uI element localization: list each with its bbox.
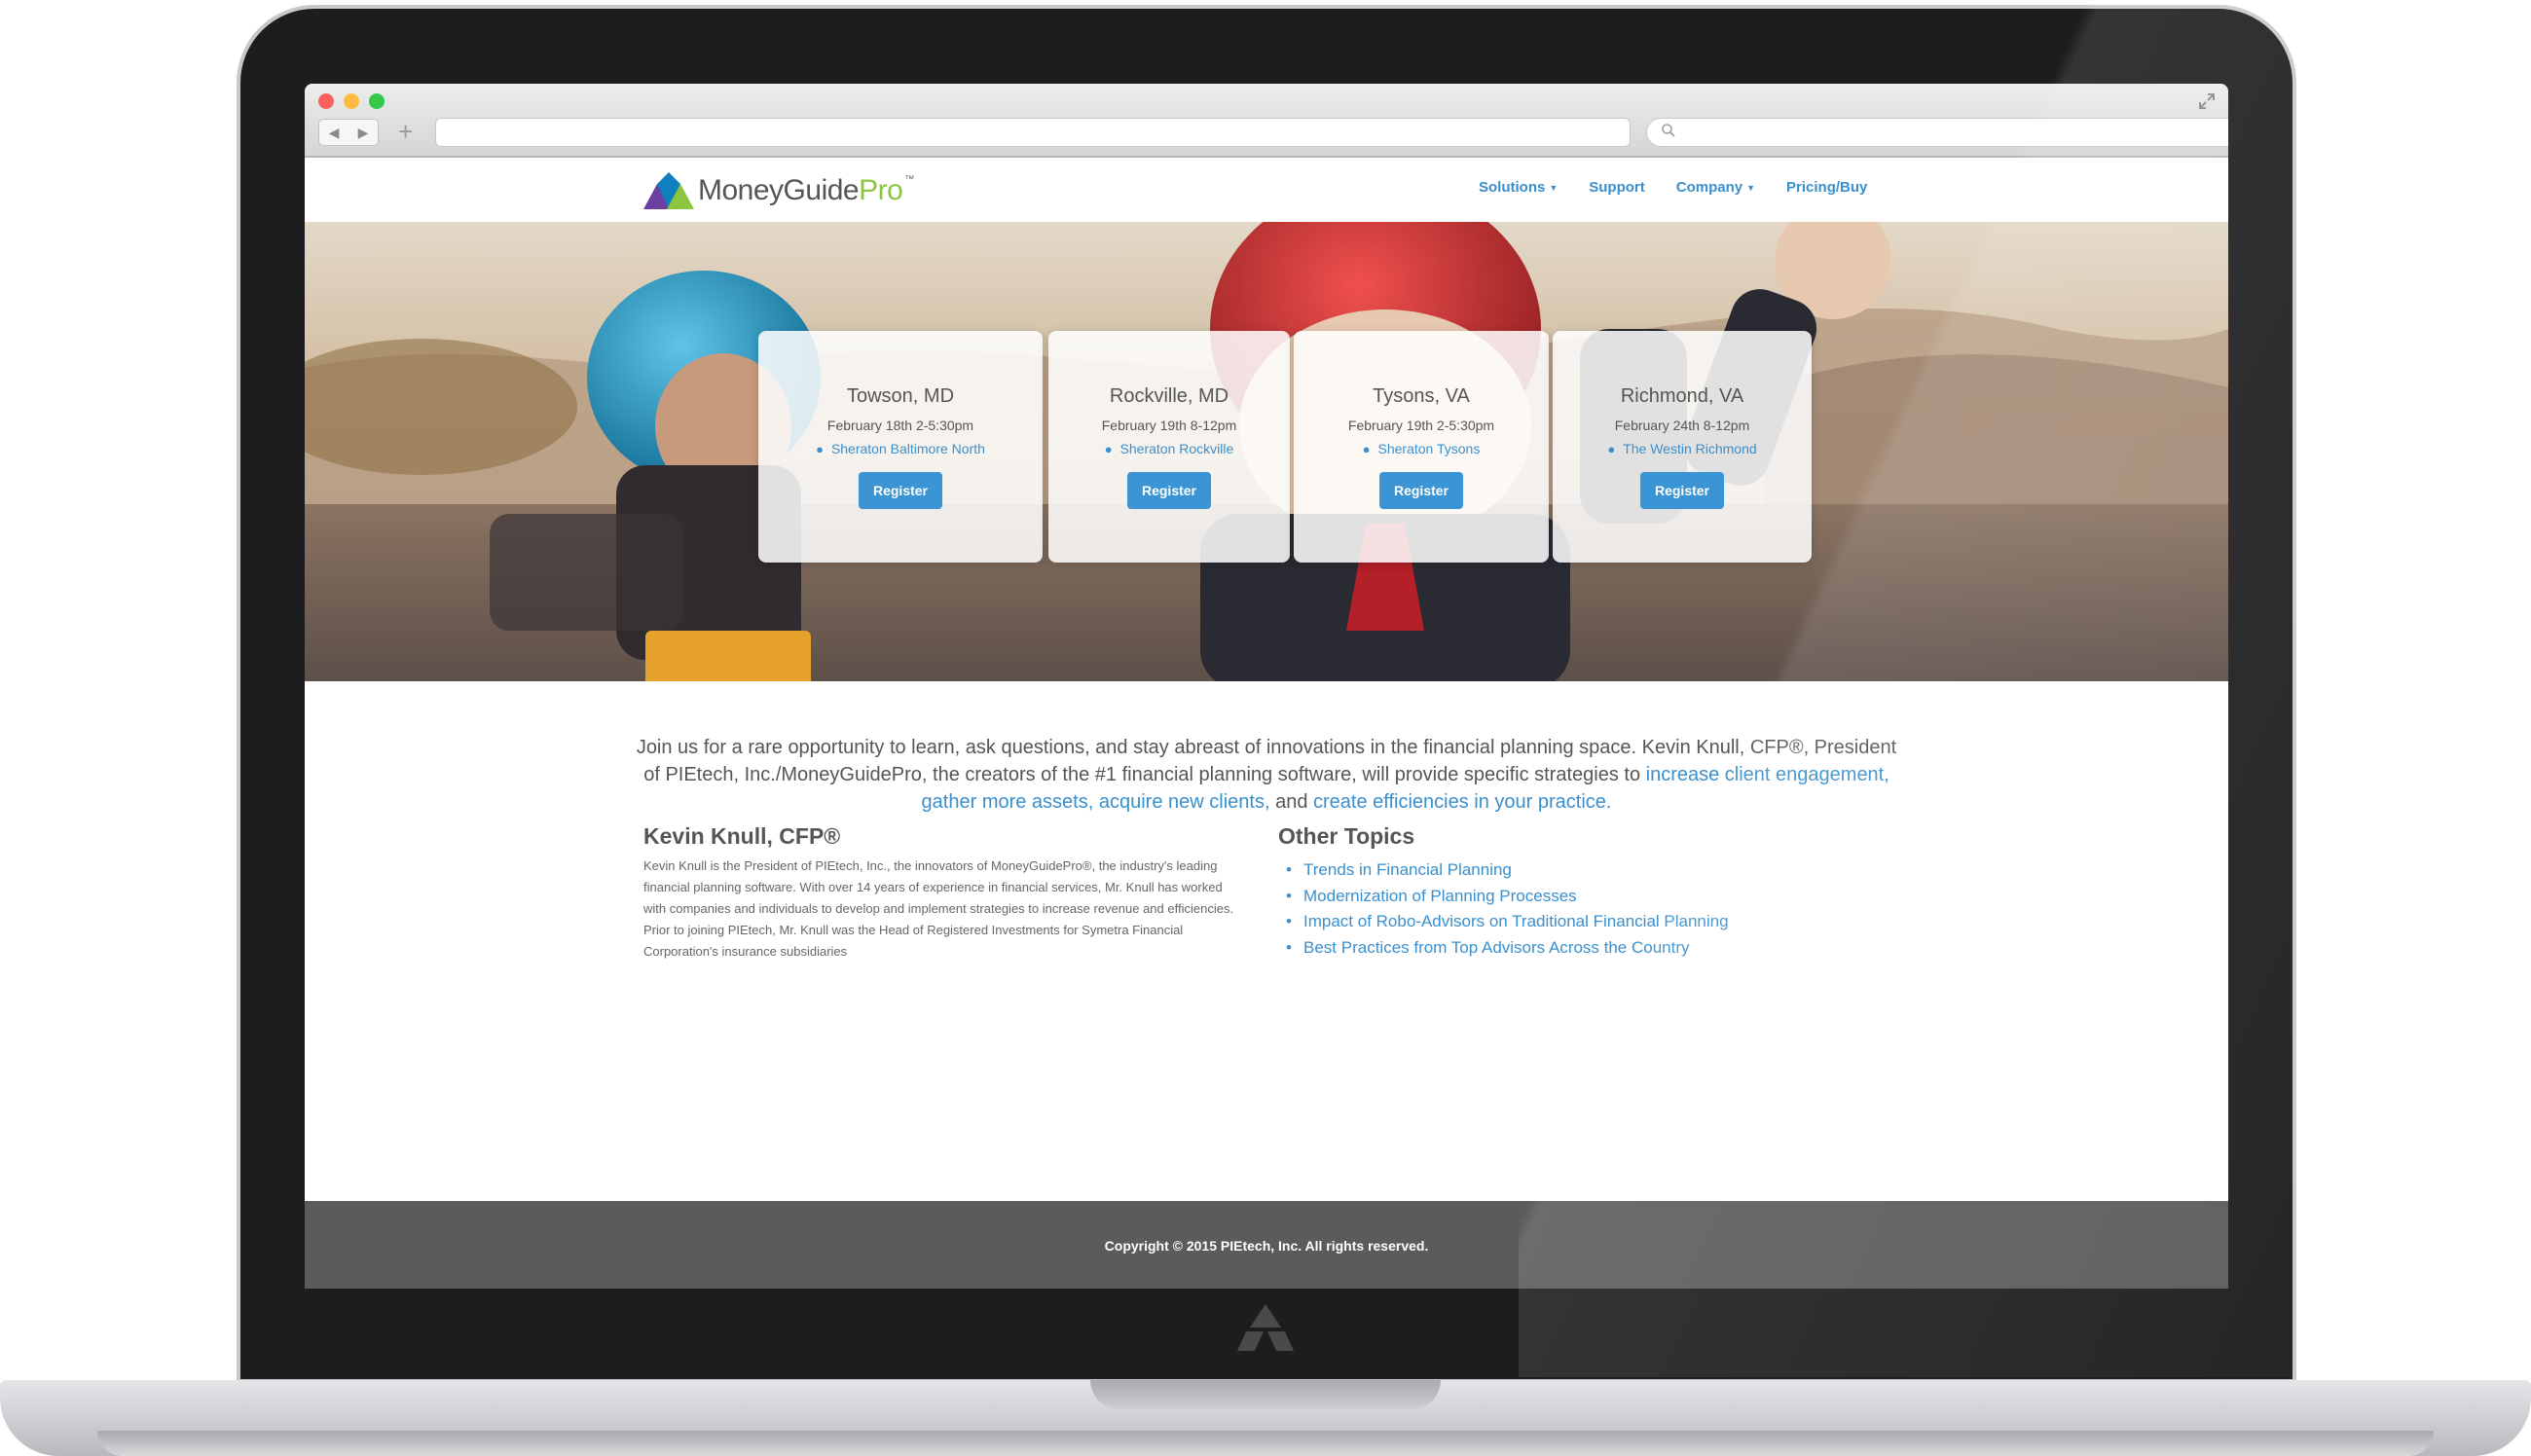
expand-icon[interactable]: [2197, 91, 2217, 111]
event-venue: Sheraton Baltimore North: [830, 441, 985, 456]
event-venue: The Westin Richmond: [1623, 441, 1757, 456]
laptop-screen: ◀ ▶ + MoneyGuidePro ™ Solutions ▼ Suppor…: [305, 84, 2228, 1289]
logo-text-main: MoneyGuide: [698, 174, 860, 206]
event-card-tysons: Tysons, VA February 19th 2-5:30pm ● Shera…: [1294, 331, 1549, 563]
event-city: Towson, MD: [846, 385, 955, 407]
history-nav: ◀ ▶: [318, 119, 379, 146]
site-footer: Copyright © 2015 PIEtech, Inc. All right…: [305, 1201, 2228, 1289]
topic-link[interactable]: Impact of Robo-Advisors on Traditional F…: [1286, 909, 1862, 935]
bio-title: Kevin Knull, CFP®: [643, 823, 841, 849]
event-venue-link[interactable]: ● Sheraton Tysons: [1294, 441, 1549, 456]
nav-solutions[interactable]: Solutions ▼: [1479, 179, 1558, 196]
register-button[interactable]: Register: [1640, 472, 1724, 509]
back-arrow-icon[interactable]: ◀: [329, 125, 340, 141]
logo-text-accent: Pro: [859, 174, 903, 206]
intro-text: and: [1269, 791, 1313, 813]
event-card-richmond: Richmond, VA February 24th 8-12pm ● The W…: [1553, 331, 1812, 563]
link-gather-more-assets[interactable]: gather more assets,: [922, 791, 1094, 813]
speaker-bio: Kevin Knull, CFP® Kevin Knull is the Pre…: [643, 823, 1247, 963]
topic-link[interactable]: Trends in Financial Planning: [1286, 857, 1862, 884]
link-increase-client-engagement[interactable]: increase client engagement,: [1646, 764, 1889, 785]
link-create-efficiencies[interactable]: create efficiencies in your practice.: [1313, 791, 1611, 813]
register-button[interactable]: Register: [1379, 472, 1463, 509]
map-pin-icon: ●: [1104, 442, 1113, 456]
event-city: Richmond, VA: [1620, 385, 1744, 407]
event-city: Tysons, VA: [1373, 385, 1470, 407]
event-date: February 24th 8-12pm: [1614, 418, 1750, 433]
event-venue-link[interactable]: ● Sheraton Baltimore North: [758, 441, 1043, 456]
register-button[interactable]: Register: [1127, 472, 1211, 509]
register-button[interactable]: Register: [859, 472, 942, 509]
nav-company[interactable]: Company ▼: [1676, 179, 1755, 196]
laptop-logo-icon: [1237, 1304, 1294, 1351]
zoom-window-button[interactable]: [369, 93, 385, 109]
magnifier-icon: [1662, 124, 1675, 137]
nav-company-label: Company: [1675, 179, 1743, 196]
logo-wordmark: MoneyGuidePro ™: [698, 174, 914, 207]
laptop-base-notch: [1090, 1380, 1441, 1409]
nav-pricing-buy[interactable]: Pricing/Buy: [1786, 179, 1867, 196]
new-tab-button[interactable]: +: [398, 117, 413, 146]
close-window-button[interactable]: [318, 93, 334, 109]
event-card-rockville: Rockville, MD February 19th 8-12pm ● Sher…: [1048, 331, 1290, 563]
intro-paragraph: Join us for a rare opportunity to learn,…: [626, 734, 1907, 816]
copyright-text: Copyright © 2015 PIEtech, Inc. All right…: [1104, 1238, 1429, 1254]
nav-solutions-label: Solutions: [1479, 179, 1546, 196]
topics-title: Other Topics: [1278, 823, 1415, 849]
event-venue: Sheraton Rockville: [1119, 441, 1234, 456]
address-bar[interactable]: [435, 118, 1631, 147]
map-pin-icon: ●: [1362, 442, 1371, 456]
forward-arrow-icon[interactable]: ▶: [358, 125, 369, 141]
nav-pricing-label: Pricing/Buy: [1786, 179, 1868, 196]
event-venue-link[interactable]: ● Sheraton Rockville: [1048, 441, 1290, 456]
event-venue: Sheraton Tysons: [1377, 441, 1481, 456]
event-date: February 19th 8-12pm: [1101, 418, 1237, 433]
laptop-base-edge: [97, 1431, 2434, 1456]
event-city: Rockville, MD: [1109, 385, 1229, 407]
topic-link[interactable]: Modernization of Planning Processes: [1286, 884, 1862, 910]
site-logo[interactable]: MoneyGuidePro ™: [643, 171, 914, 210]
moneyguidepro-logo-icon: [643, 172, 694, 209]
event-venue-link[interactable]: ● The Westin Richmond: [1553, 441, 1812, 456]
event-date: February 19th 2-5:30pm: [1347, 418, 1495, 433]
browser-search-field[interactable]: [1646, 118, 2228, 147]
browser-toolbar: ◀ ▶ +: [305, 84, 2228, 158]
bio-text: Kevin Knull is the President of PIEtech,…: [643, 858, 1234, 959]
chevron-down-icon: ▼: [1746, 183, 1756, 194]
main-nav: Solutions ▼ Support Company ▼ Pricing/Buy: [1479, 179, 1867, 196]
map-pin-icon: ●: [816, 442, 824, 456]
topics-list: Trends in Financial Planning Modernizati…: [1278, 857, 1862, 961]
logo-trademark: ™: [904, 174, 914, 185]
nav-support[interactable]: Support: [1589, 179, 1645, 196]
event-date: February 18th 2-5:30pm: [826, 418, 974, 433]
link-acquire-new-clients[interactable]: acquire new clients,: [1099, 791, 1270, 813]
map-pin-icon: ●: [1607, 442, 1616, 456]
nav-support-label: Support: [1589, 179, 1645, 196]
chevron-down-icon: ▼: [1549, 183, 1559, 194]
hero-banner: Towson, MD February 18th 2-5:30pm ● Shera…: [305, 222, 2228, 681]
minimize-window-button[interactable]: [344, 93, 359, 109]
site-header: MoneyGuidePro ™ Solutions ▼ Support Compan…: [305, 158, 2228, 222]
other-topics: Other Topics Trends in Financial Plannin…: [1278, 823, 1862, 961]
topic-link[interactable]: Best Practices from Top Advisors Across …: [1286, 935, 1862, 962]
event-card-towson: Towson, MD February 18th 2-5:30pm ● Shera…: [758, 331, 1043, 563]
